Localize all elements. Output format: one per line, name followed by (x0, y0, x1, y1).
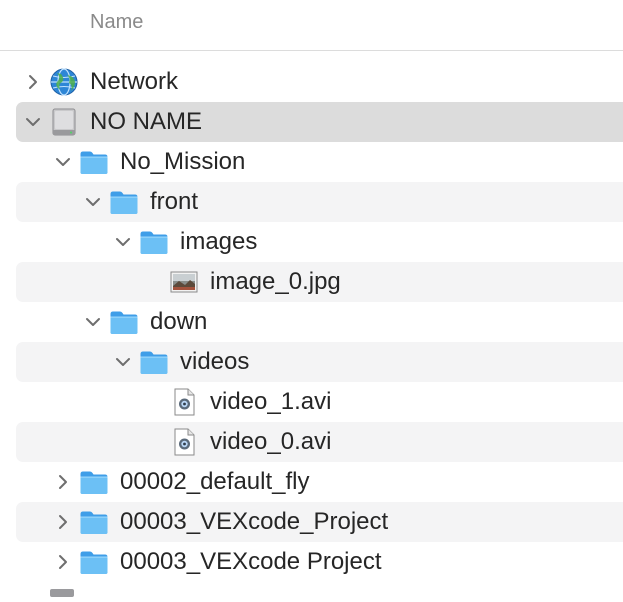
folder-icon (109, 187, 139, 217)
list-item-label: videos (180, 348, 250, 375)
external-drive-icon (49, 107, 79, 137)
chevron-down-icon[interactable] (55, 154, 71, 170)
list-item-label: images (180, 228, 258, 255)
list-item-image-0-jpg[interactable]: image_0.jpg (0, 262, 623, 302)
partial-drive-icon (48, 584, 76, 597)
list-item-label: NO NAME (90, 108, 203, 135)
folder-icon (79, 547, 109, 577)
list-item-label: Network (90, 68, 179, 95)
chevron-right-icon[interactable] (25, 74, 41, 90)
list-item-network[interactable]: Network (0, 62, 623, 102)
chevron-down-icon[interactable] (115, 354, 131, 370)
video-file-icon (169, 427, 199, 457)
globe-icon (49, 67, 79, 97)
chevron-down-icon[interactable] (115, 234, 131, 250)
list-item-label: 00003_VEXcode Project (120, 548, 382, 575)
list-item-00003-vexcode-project[interactable]: 00003_VEXcode Project (0, 542, 623, 582)
list-item-00002-default-fly[interactable]: 00002_default_fly (0, 462, 623, 502)
image-file-icon (169, 267, 199, 297)
chevron-down-icon[interactable] (85, 314, 101, 330)
name-column-header[interactable]: Name (90, 11, 143, 34)
folder-icon (109, 307, 139, 337)
list-item-label: video_1.avi (210, 388, 332, 415)
list-item-label: 00003_VEXcode_Project (120, 508, 389, 535)
folder-icon (139, 227, 169, 257)
list-item-images[interactable]: images (0, 222, 623, 262)
chevron-down-icon[interactable] (85, 194, 101, 210)
list-item-down[interactable]: down (0, 302, 623, 342)
list-item-video-0-avi[interactable]: video_0.avi (0, 422, 623, 462)
list-item-no-name[interactable]: NO NAME (0, 102, 623, 142)
chevron-down-icon[interactable] (25, 114, 41, 130)
list-item-label: 00002_default_fly (120, 468, 310, 495)
list-item-no-mission[interactable]: No_Mission (0, 142, 623, 182)
list-item-label: front (150, 188, 199, 215)
list-item-label: No_Mission (120, 148, 246, 175)
chevron-right-icon[interactable] (55, 474, 71, 490)
chevron-right-icon[interactable] (55, 554, 71, 570)
folder-icon (139, 347, 169, 377)
list-item-label: video_0.avi (210, 428, 332, 455)
chevron-right-icon[interactable] (55, 514, 71, 530)
list-item-videos[interactable]: videos (0, 342, 623, 382)
list-item-label: image_0.jpg (210, 268, 341, 295)
file-list: Network NO NAME No_Mission front images … (0, 62, 623, 582)
folder-icon (79, 507, 109, 537)
list-item-label: down (150, 308, 208, 335)
video-file-icon (169, 387, 199, 417)
list-item-video-1-avi[interactable]: video_1.avi (0, 382, 623, 422)
list-item-00003-vexcode-project-underscore[interactable]: 00003_VEXcode_Project (0, 502, 623, 542)
list-item-front[interactable]: front (0, 182, 623, 222)
folder-icon (79, 467, 109, 497)
folder-icon (79, 147, 109, 177)
list-header: Name (0, 0, 623, 51)
